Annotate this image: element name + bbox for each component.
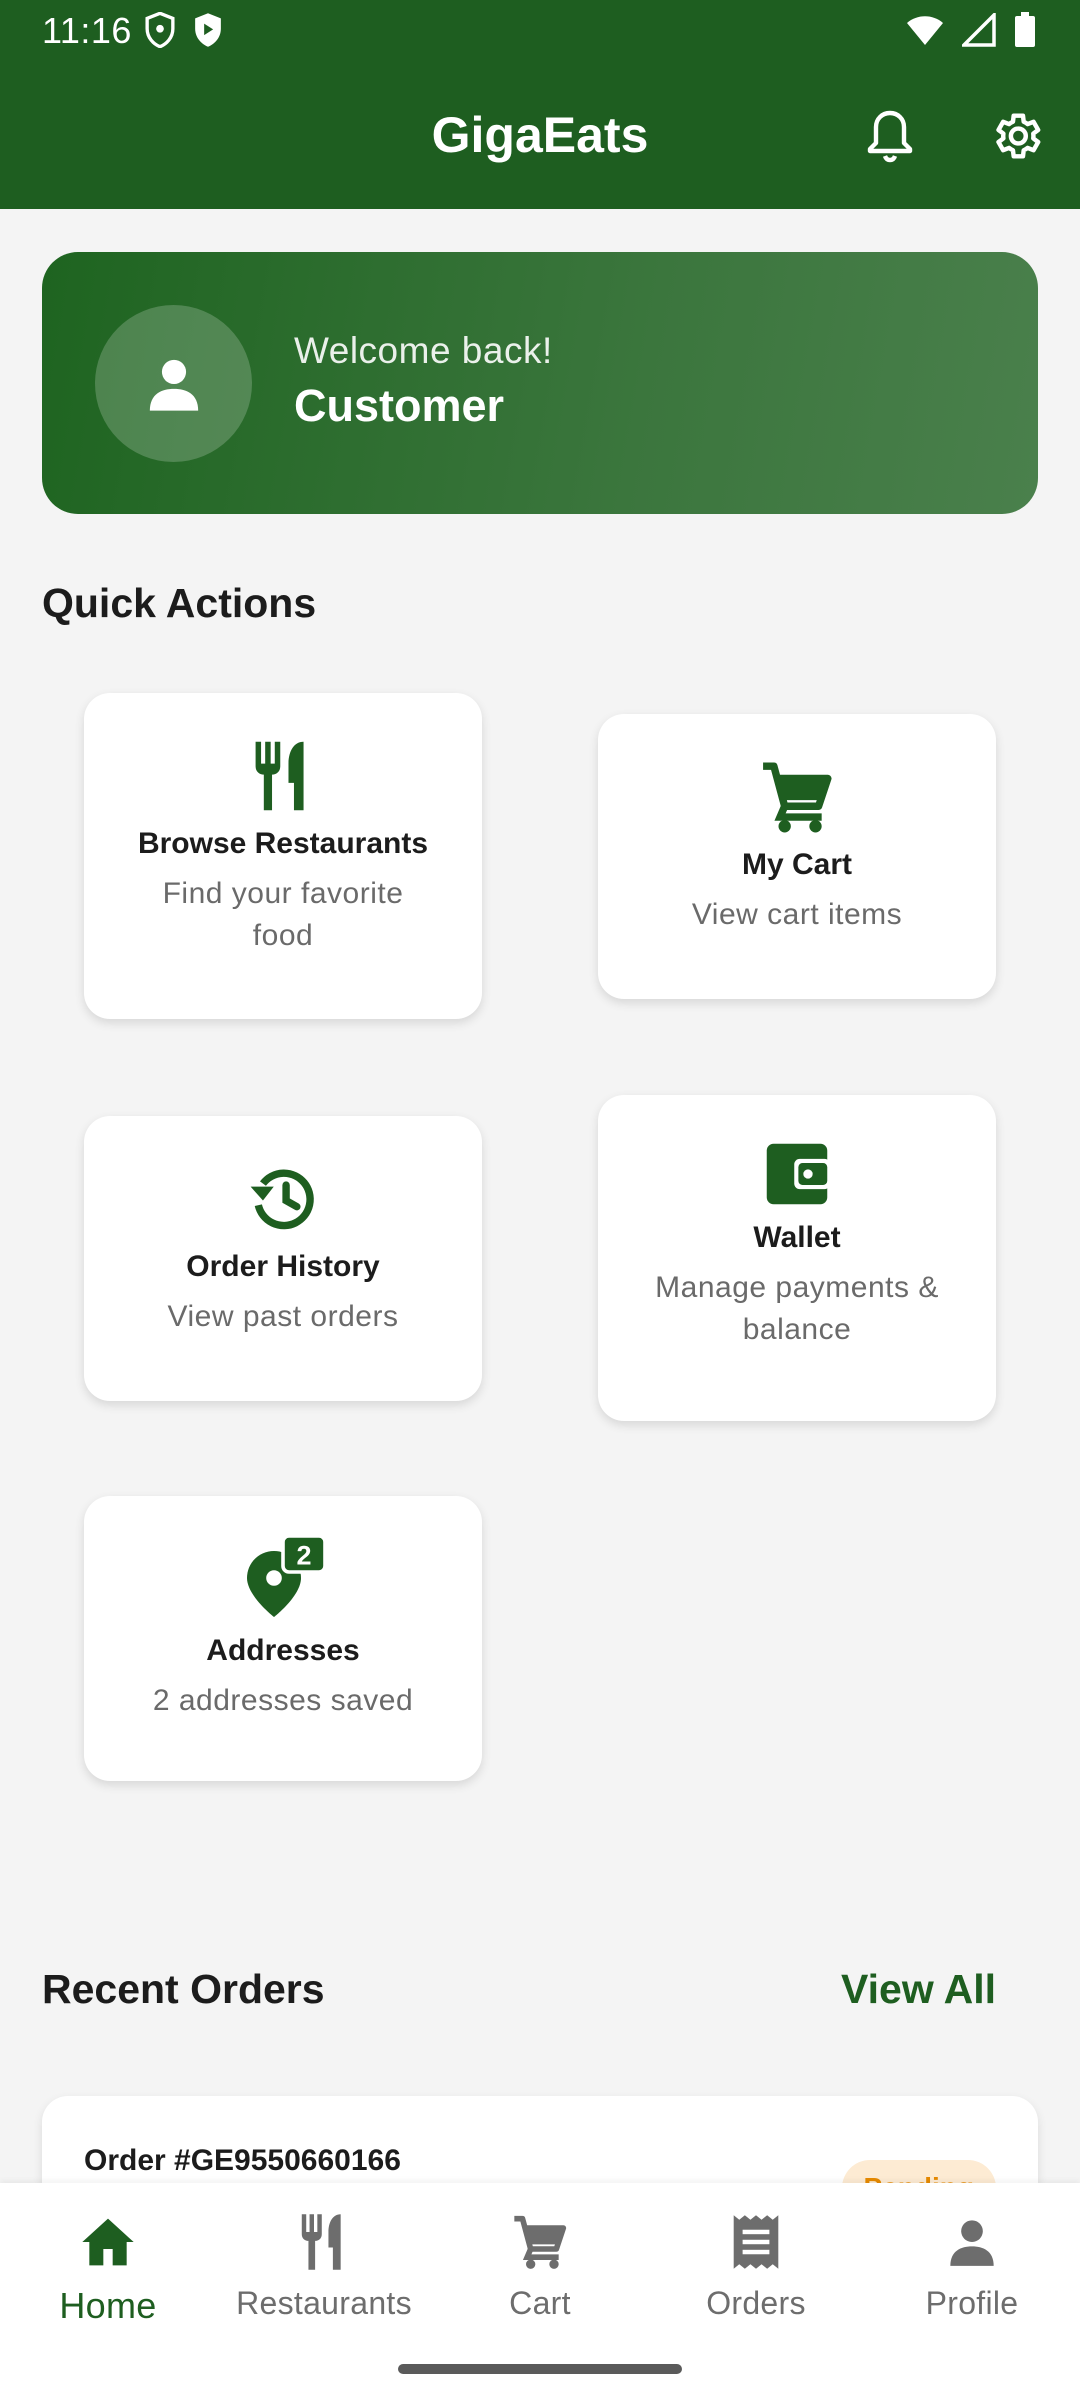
home-indicator[interactable] xyxy=(398,2364,682,2374)
cell-signal-icon xyxy=(959,10,996,52)
action-subtitle: Find your favorite food xyxy=(162,877,404,952)
restaurant-icon xyxy=(255,741,304,811)
welcome-card: Welcome back! Customer xyxy=(42,252,1038,514)
nav-orders[interactable]: Orders xyxy=(656,2207,856,2322)
avatar xyxy=(95,305,252,462)
welcome-name: Customer xyxy=(294,380,505,431)
action-title: My Cart xyxy=(741,848,853,881)
wifi-icon xyxy=(906,14,944,51)
action-title: Browse Restaurants xyxy=(137,827,429,860)
action-subtitle: View cart items xyxy=(691,898,903,931)
address-count-badge: 2 xyxy=(296,1541,311,1571)
nav-home[interactable]: Home xyxy=(8,2207,208,2327)
order-history-card[interactable]: Order History View past orders xyxy=(84,1116,482,1401)
cart-icon xyxy=(514,2215,567,2269)
status-time: 11:16 xyxy=(42,10,132,51)
wallet-icon xyxy=(766,1143,830,1205)
person-icon xyxy=(950,2220,994,2266)
action-subtitle: View past orders xyxy=(167,1300,399,1333)
action-subtitle: Manage payments & balance xyxy=(655,1271,939,1346)
recent-orders-title: Recent Orders xyxy=(42,1966,325,2012)
quick-actions-title: Quick Actions xyxy=(42,580,317,626)
addresses-card[interactable]: 2 Addresses 2 addresses saved xyxy=(84,1496,482,1781)
location-pin-icon: 2 xyxy=(247,1536,325,1617)
nav-label: Cart xyxy=(509,2285,571,2321)
app-bar: GigaEats xyxy=(0,62,1080,209)
play-protect-icon xyxy=(192,12,224,53)
status-bar: 11:16 xyxy=(0,0,1080,62)
welcome-greeting: Welcome back! xyxy=(294,330,553,371)
wallet-card[interactable]: Wallet Manage payments & balance xyxy=(598,1095,996,1421)
person-icon xyxy=(149,359,198,411)
gear-icon xyxy=(996,113,1041,159)
restaurant-icon xyxy=(301,2214,341,2270)
settings-button[interactable] xyxy=(986,106,1046,166)
cart-icon xyxy=(763,762,832,833)
battery-icon xyxy=(1014,12,1036,53)
view-all-link[interactable]: View All xyxy=(841,1966,996,2013)
my-cart-card[interactable]: My Cart View cart items xyxy=(598,714,996,999)
home-icon xyxy=(82,2218,134,2266)
nav-profile[interactable]: Profile xyxy=(872,2207,1072,2322)
nav-restaurants[interactable]: Restaurants xyxy=(224,2207,424,2322)
action-title: Order History xyxy=(186,1250,380,1283)
receipt-icon xyxy=(733,2215,779,2269)
nav-label: Restaurants xyxy=(236,2285,412,2321)
nav-label: Home xyxy=(59,2285,157,2326)
notifications-button[interactable] xyxy=(860,106,920,166)
nav-cart[interactable]: Cart xyxy=(440,2207,640,2322)
nav-label: Orders xyxy=(706,2285,806,2321)
browse-restaurants-card[interactable]: Browse Restaurants Find your favorite fo… xyxy=(84,693,482,1019)
action-subtitle: 2 addresses saved xyxy=(152,1684,414,1717)
order-id: Order #GE9550660166 xyxy=(84,2144,401,2177)
action-title: Wallet xyxy=(753,1221,841,1254)
vpn-shield-icon xyxy=(144,11,176,53)
action-title: Addresses xyxy=(206,1634,360,1667)
bell-icon xyxy=(867,110,913,163)
history-icon xyxy=(250,1169,314,1230)
nav-label: Profile xyxy=(925,2285,1019,2321)
